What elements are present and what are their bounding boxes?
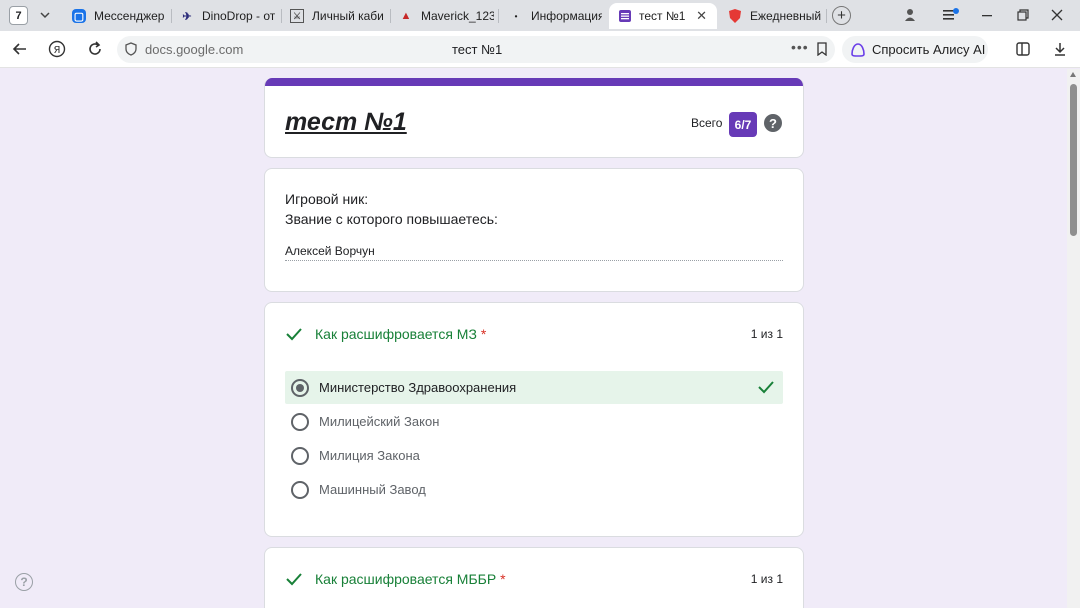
correct-check-icon — [285, 325, 303, 343]
option-label: Милицейский Закон — [319, 414, 440, 429]
close-window-icon[interactable] — [1050, 8, 1064, 22]
sidebar-panel-icon[interactable] — [1012, 38, 1034, 60]
google-forms-icon — [619, 10, 631, 22]
address-page-title: тест №1 — [452, 42, 503, 57]
option-label: Министерство Здравоохранения — [319, 380, 517, 395]
question-title: Как расшифровается МББР — [315, 571, 497, 587]
tab-label: Мессенджер — [94, 9, 165, 23]
tab-label: Информация — [531, 9, 602, 23]
question-points: 1 из 1 — [750, 327, 783, 341]
address-url: docs.google.com — [145, 42, 244, 57]
tab-count-button[interactable]: 7 — [9, 6, 28, 25]
short-answer-value: Алексей Ворчун — [285, 244, 375, 258]
question-header: Как расшифровается МЗ * — [285, 325, 486, 343]
tab-menu-icon[interactable] — [941, 7, 961, 23]
bookmark-icon[interactable] — [815, 42, 829, 57]
restore-icon[interactable] — [1016, 8, 1030, 22]
alice-icon — [850, 42, 866, 58]
more-options-icon[interactable]: ••• — [791, 39, 809, 55]
accent-bar — [265, 78, 803, 86]
nickname-label: Игровой ник: — [285, 191, 369, 207]
question-header: Как расшифровается МББР * — [285, 570, 506, 588]
required-asterisk: * — [480, 326, 487, 342]
close-tab-icon[interactable]: ✕ — [696, 8, 707, 24]
dot-icon: • — [514, 11, 518, 21]
page-help-icon[interactable]: ? — [15, 573, 33, 591]
dinodrop-icon: ✈ — [182, 10, 192, 23]
tabs-dropdown-icon[interactable] — [38, 8, 52, 22]
option-row[interactable]: Машинный Завод — [285, 473, 783, 506]
question-card: Как расшифровается МББР * 1 из 1 — [264, 547, 804, 608]
tab-label: Ежедневный — [750, 9, 822, 23]
profile-icon[interactable] — [903, 8, 917, 22]
tab-label: DinoDrop - от — [202, 9, 275, 23]
form-page: тест №1 Всего 6/7 ? Игровой ник: Звание … — [0, 69, 1067, 608]
correct-answer-check-icon — [757, 378, 775, 396]
info-question-card: Игровой ник: Звание с которого повышаете… — [264, 168, 804, 292]
alice-label: Спросить Алису AI — [872, 42, 986, 57]
minimize-icon[interactable] — [980, 8, 994, 22]
tab-separator — [498, 9, 499, 23]
tab-label: Личный каби — [312, 9, 384, 23]
required-asterisk: * — [500, 571, 506, 587]
option-row-correct[interactable]: Министерство Здравоохранения — [285, 371, 783, 404]
tab-label: тест №1 — [639, 9, 686, 23]
option-row[interactable]: Милиция Закона — [285, 439, 783, 472]
reload-icon[interactable] — [84, 38, 106, 60]
answer-underline — [285, 260, 783, 261]
question-card: Как расшифровается МЗ * 1 из 1 Министерс… — [264, 302, 804, 537]
radio-unselected[interactable] — [291, 446, 309, 465]
download-icon[interactable] — [1049, 38, 1071, 60]
new-tab-button[interactable]: + — [832, 6, 851, 25]
scrollbar-thumb[interactable] — [1070, 84, 1077, 236]
tab-separator — [390, 9, 391, 23]
question-points: 1 из 1 — [750, 572, 783, 586]
tab-information[interactable]: • Информация — [509, 3, 602, 29]
option-label: Машинный Завод — [319, 482, 426, 497]
car-icon: ▲ — [400, 10, 412, 22]
tab-messenger[interactable]: ▢ Мессенджер — [72, 3, 167, 29]
score-badge: 6/7 — [729, 112, 757, 137]
option-row[interactable]: Милицейский Закон — [285, 405, 783, 438]
browser-tab-bar: 7 ▢ Мессенджер ✈ DinoDrop - от ⚔ Личный … — [0, 0, 1080, 31]
tab-maverick[interactable]: ▲ Maverick_123 — [399, 3, 494, 29]
radio-unselected[interactable] — [291, 412, 309, 431]
tab-personal-cabinet[interactable]: ⚔ Личный каби — [290, 3, 385, 29]
cabinet-icon: ⚔ — [290, 9, 304, 23]
scroll-up-arrow-icon[interactable] — [1070, 72, 1076, 77]
rank-label: Звание с которого повышаетесь: — [285, 211, 498, 227]
tab-separator — [826, 9, 827, 23]
back-arrow-icon[interactable] — [9, 38, 31, 60]
question-title: Как расшифровается МЗ — [315, 326, 477, 342]
ask-alice-button[interactable]: Спросить Алису AI — [842, 36, 988, 63]
radio-selected[interactable] — [291, 378, 309, 397]
site-security-icon[interactable] — [124, 42, 138, 56]
yandex-logo-icon[interactable]: Я — [46, 38, 68, 60]
messenger-icon: ▢ — [72, 9, 86, 23]
option-label: Милиция Закона — [319, 448, 420, 463]
tab-dinodrop[interactable]: ✈ DinoDrop - от — [180, 3, 275, 29]
tab-separator — [171, 9, 172, 23]
form-title-card: тест №1 Всего 6/7 ? — [264, 78, 804, 158]
browser-toolbar: Я docs.google.com тест №1 ••• Спросить А… — [0, 31, 1080, 68]
tab-test-1-active[interactable]: тест №1 ✕ — [609, 3, 717, 29]
tab-label: Maverick_123 — [421, 9, 494, 23]
correct-check-icon — [285, 570, 303, 588]
page-scrollbar[interactable] — [1067, 69, 1080, 608]
radio-unselected[interactable] — [291, 480, 309, 499]
tab-daily[interactable]: Ежедневный — [728, 3, 823, 29]
shield-red-icon — [728, 9, 742, 23]
form-title: тест №1 — [285, 108, 407, 136]
svg-text:Я: Я — [54, 45, 61, 56]
score-label: Всего — [691, 116, 723, 130]
address-bar[interactable]: docs.google.com тест №1 ••• — [117, 36, 835, 63]
help-icon[interactable]: ? — [764, 114, 782, 132]
tab-separator — [281, 9, 282, 23]
